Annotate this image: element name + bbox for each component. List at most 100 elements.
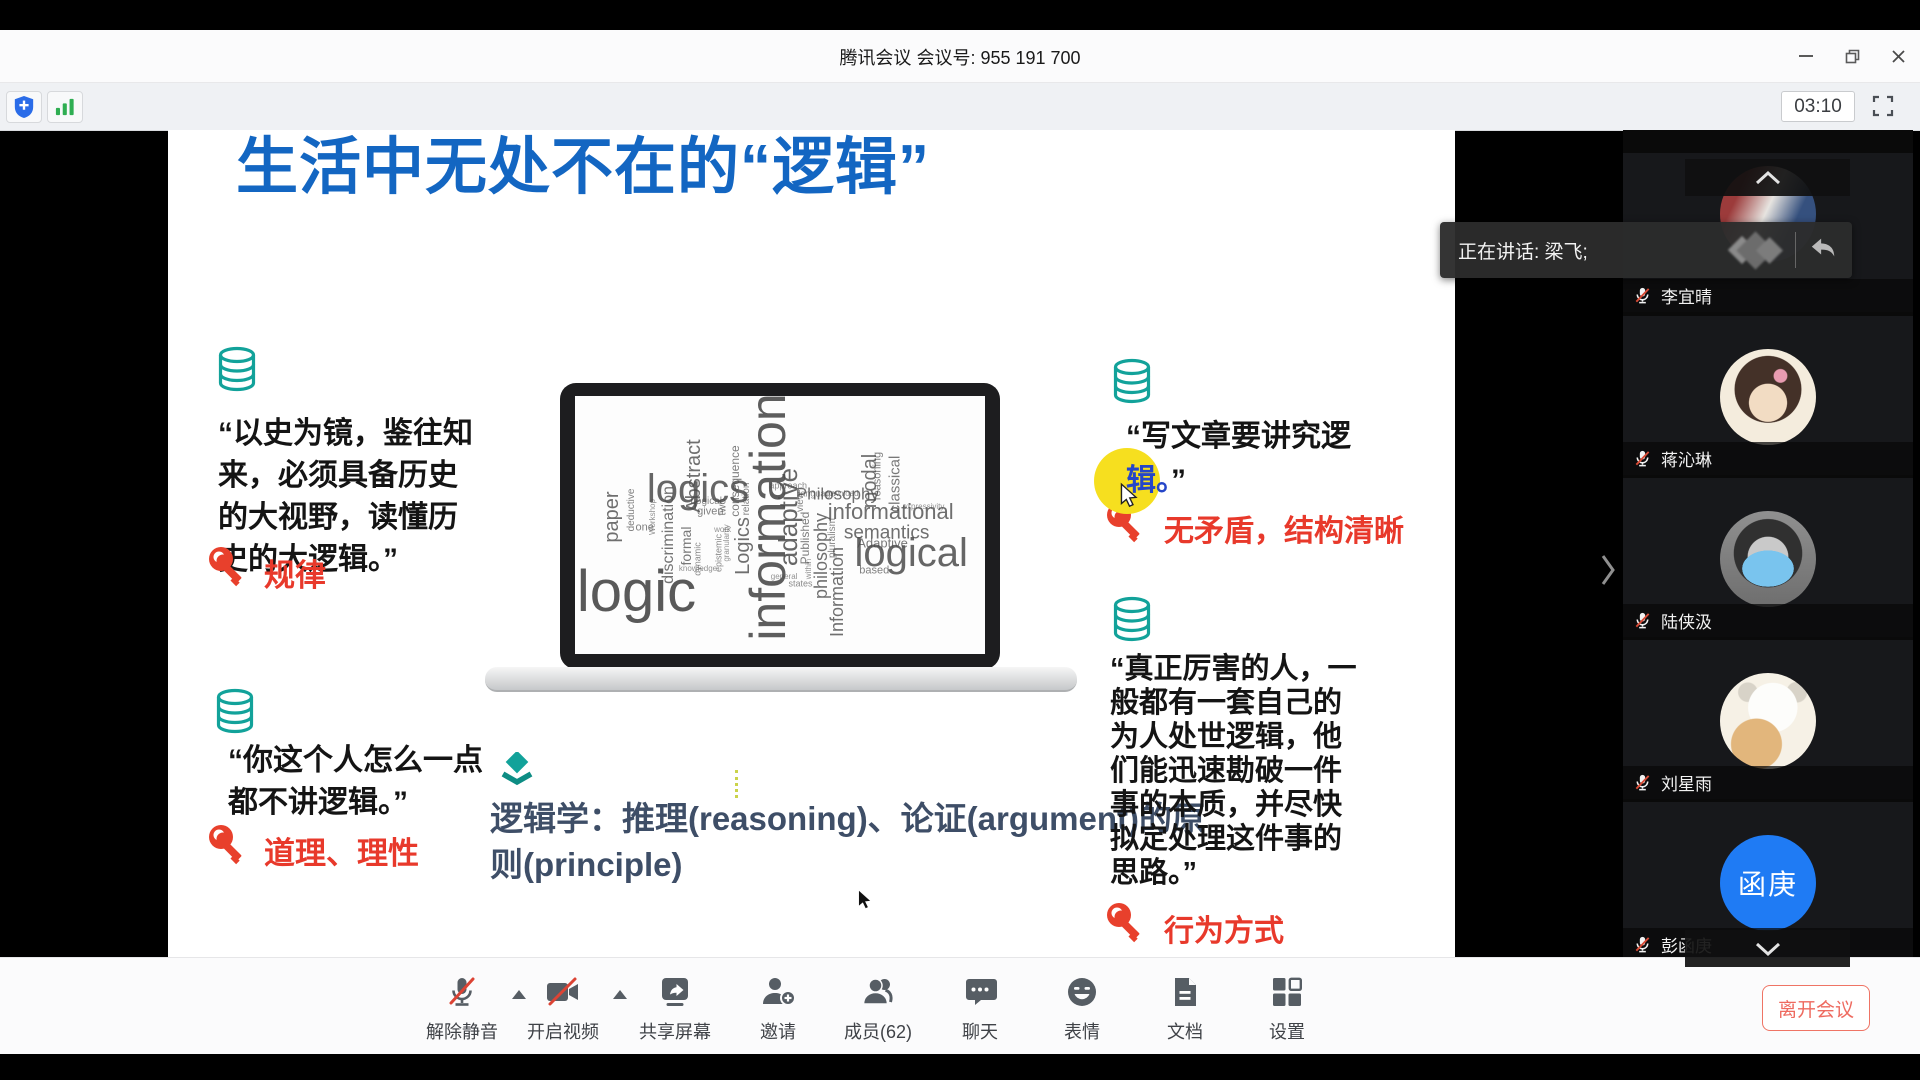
mouse-cursor-black: [854, 888, 876, 917]
participant-namebar: 陆侠汲: [1623, 604, 1913, 637]
title-bar: 腾讯会议 会议号: 955 191 700: [0, 30, 1920, 83]
tencent-meeting-window: 腾讯会议 会议号: 955 191 700 03:10 生活中无处不在的“逻辑”: [0, 0, 1920, 1080]
toolbar-item-label: 文档: [1135, 1018, 1235, 1044]
keyword-label: 道理、理性: [264, 828, 419, 873]
participant-tile[interactable]: 陆侠汲: [1623, 478, 1913, 637]
members-icon: [828, 972, 928, 1012]
participants-scroll-down[interactable]: [1685, 930, 1850, 967]
participant-namebar: 刘星雨: [1623, 766, 1913, 799]
mouse-cursor-white: [1116, 482, 1142, 515]
meeting-toolbar-bottom: 解除静音 开启视频 共享屏幕 邀请 成员(62): [0, 957, 1920, 1054]
mic-muted-icon: [1633, 286, 1652, 305]
mic-muted-icon: [1633, 449, 1652, 468]
docs-icon: [1135, 972, 1235, 1012]
slide-title: 生活中无处不在的“逻辑”: [236, 130, 1136, 206]
share-screen-icon: [625, 972, 725, 1012]
chat-icon: [930, 972, 1030, 1012]
restore-icon: [1845, 49, 1860, 64]
participant-name: 刘星雨: [1661, 770, 1712, 795]
layers-icon: [495, 752, 539, 799]
chevron-right-icon: [1600, 553, 1616, 587]
speaking-toast-text: 正在讲话: 梁飞;: [1440, 237, 1732, 264]
keyword-label: 无矛盾，结构清晰: [1164, 506, 1404, 550]
avatar-initials: 函庚: [1738, 863, 1798, 903]
timer-value: 03:10: [1794, 96, 1842, 118]
keyword-label: 规律: [264, 550, 326, 595]
keyword-label: 行为方式: [1164, 906, 1284, 950]
chevron-up-icon: [1753, 170, 1783, 186]
toolbar-item-label: 邀请: [728, 1018, 828, 1044]
network-signal-icon: [54, 97, 76, 117]
toolbar-item-chat[interactable]: 聊天: [930, 972, 1030, 1044]
toolbar-item-emoji[interactable]: 表情: [1032, 972, 1132, 1044]
avatar: [1720, 673, 1816, 769]
toolbar-item-label: 共享屏幕: [625, 1018, 725, 1044]
shield-plus-icon: [13, 95, 35, 119]
reply-arrow-button[interactable]: [1808, 234, 1838, 267]
toolbar-item-share-screen[interactable]: 共享屏幕: [625, 972, 725, 1044]
toolbar-item-docs[interactable]: 文档: [1135, 972, 1235, 1044]
participant-name: 李宜晴: [1661, 283, 1712, 308]
laptop-screen: logicinformationlogicslogicalinformation…: [575, 396, 985, 654]
sidebar-expand-chevron[interactable]: [1596, 552, 1620, 588]
participant-tile[interactable]: 蒋沁琳: [1623, 316, 1913, 475]
restore-button[interactable]: [1832, 40, 1872, 72]
meeting-toolbar-top: 03:10: [0, 83, 1920, 131]
participant-tile[interactable]: 刘星雨: [1623, 640, 1913, 799]
participant-namebar: 李宜晴: [1623, 279, 1913, 312]
invite-icon: [728, 972, 828, 1012]
database-icon: [1108, 596, 1156, 653]
mic-muted-icon: [1633, 935, 1652, 954]
quote-writing: “写文章要讲究逻辑。”: [1126, 415, 1384, 503]
minimize-button[interactable]: [1786, 40, 1826, 72]
toolbar-item-label: 聊天: [930, 1018, 1030, 1044]
camera-off-icon: [513, 972, 613, 1012]
avatar: [1720, 349, 1816, 445]
database-icon: [1108, 358, 1156, 415]
quote-history: “以史为镜，鉴往知来，必须具备历史的大视野，读懂历史的大逻辑。”: [218, 413, 480, 581]
dotted-marker: [735, 770, 738, 798]
participant-namebar: 蒋沁琳: [1623, 442, 1913, 475]
avatar: [1720, 511, 1816, 607]
watermark-logo: [1732, 237, 1779, 264]
toolbar-item-label: 成员(62): [828, 1018, 928, 1044]
database-icon: [213, 346, 261, 403]
close-button[interactable]: [1878, 40, 1918, 72]
fullscreen-icon: [1871, 94, 1895, 118]
quote-people: “真正厉害的人，一般都有一套自己的为人处世逻辑，他们能迅速勘破一件事的本质，并尽…: [1110, 652, 1364, 890]
toolbar-item-unmute[interactable]: 解除静音: [412, 972, 512, 1044]
leave-meeting-button[interactable]: 离开会议: [1762, 985, 1870, 1031]
word-cloud: logicinformationlogicslogicalinformation…: [575, 396, 985, 654]
mic-muted-icon: [412, 972, 512, 1012]
speaking-toast: 正在讲话: 梁飞;: [1440, 222, 1852, 278]
toolbar-item-members[interactable]: 成员(62): [828, 972, 928, 1044]
fullscreen-button[interactable]: [1866, 92, 1900, 120]
meeting-timer: 03:10: [1781, 91, 1855, 122]
toolbar-item-label: 表情: [1032, 1018, 1132, 1044]
shared-screen-slide: 生活中无处不在的“逻辑” “以史为镜，鉴往知来，必须具备历史的大视野，读懂历史的…: [168, 130, 1455, 957]
toolbar-item-settings[interactable]: 设置: [1237, 972, 1337, 1044]
key-icon: [206, 544, 252, 595]
toolbar-item-label: 开启视频: [513, 1018, 613, 1044]
emoji-icon: [1032, 972, 1132, 1012]
logic-definition: 逻辑学：推理(reasoning)、论证(argument)的原则(princi…: [490, 796, 1210, 888]
toolbar-item-start-video[interactable]: 开启视频: [513, 972, 613, 1044]
participants-scroll-up[interactable]: [1685, 159, 1850, 196]
toolbar-item-invite[interactable]: 邀请: [728, 972, 828, 1044]
security-button[interactable]: [6, 91, 42, 123]
network-status-button[interactable]: [47, 91, 83, 123]
reply-arrow-icon: [1808, 234, 1838, 262]
participant-name: 蒋沁琳: [1661, 446, 1712, 471]
laptop-image: logicinformationlogicslogicalinformation…: [560, 383, 1000, 669]
settings-icon: [1237, 972, 1337, 1012]
minimize-icon: [1799, 55, 1813, 57]
mic-muted-icon: [1633, 773, 1652, 792]
window-title: 腾讯会议 会议号: 955 191 700: [0, 44, 1920, 70]
key-icon: [1104, 900, 1150, 951]
quote-person: “你这个人怎么一点都不讲逻辑。”: [228, 740, 496, 824]
close-icon: [1891, 49, 1906, 64]
toolbar-item-label: 解除静音: [412, 1018, 512, 1044]
database-icon: [211, 688, 259, 745]
key-icon: [206, 822, 252, 873]
participant-name: 陆侠汲: [1661, 608, 1712, 633]
